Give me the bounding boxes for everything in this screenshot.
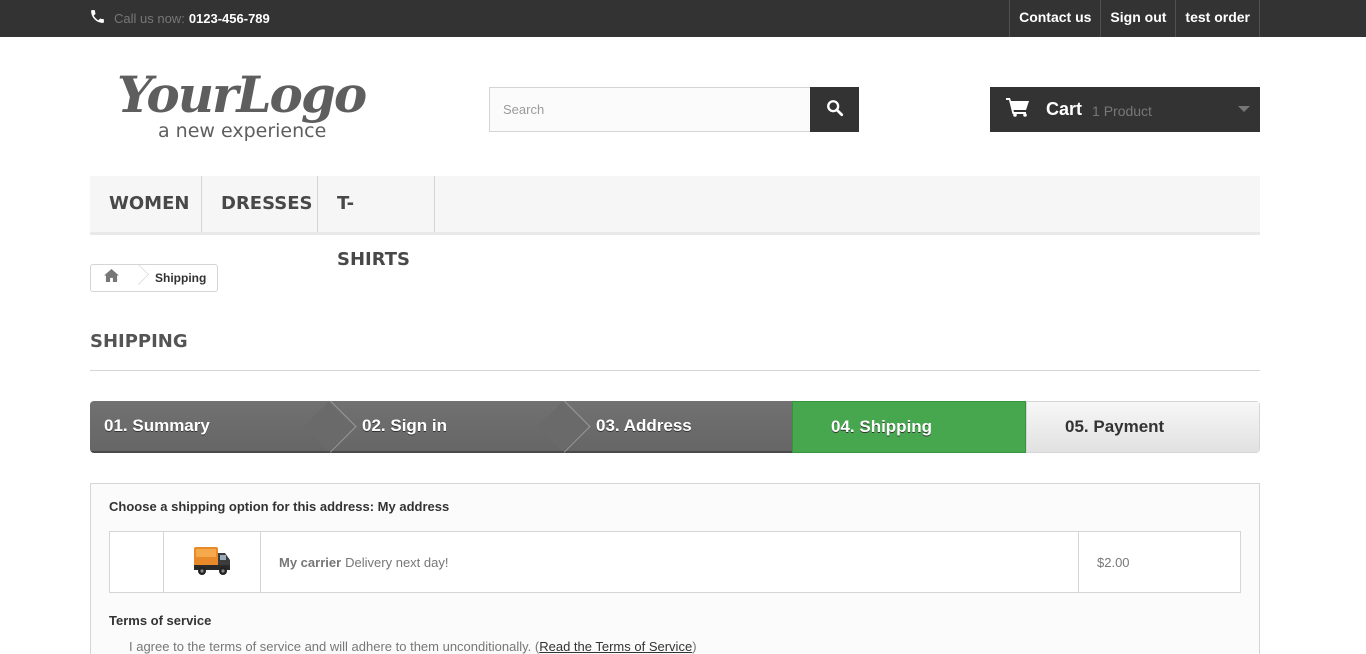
breadcrumb: Shipping — [90, 264, 219, 292]
search-button[interactable] — [810, 87, 859, 132]
checkout-steps: 01. Summary 02. Sign in 03. Address 04. … — [90, 401, 1260, 453]
carrier-name: My carrier — [279, 554, 342, 570]
chevron-down-icon — [1238, 106, 1250, 112]
breadcrumb-home[interactable] — [91, 265, 131, 291]
carrier-price: $2.00 — [1097, 554, 1130, 570]
truck-icon — [192, 543, 232, 582]
carrier-radio[interactable] — [110, 532, 164, 592]
cart-icon — [1006, 97, 1030, 122]
logo-main-text: YourLogo — [117, 65, 366, 124]
contact-us-link[interactable]: Contact us — [1010, 0, 1102, 37]
terms-close-paren: ) — [692, 639, 697, 654]
step-payment: 05. Payment — [1026, 401, 1260, 453]
cart-button[interactable]: Cart 1 Product — [990, 87, 1260, 132]
step-label: 04. Shipping — [831, 417, 933, 436]
step-label: 02. Sign in — [362, 416, 448, 435]
sign-out-link[interactable]: Sign out — [1101, 0, 1177, 37]
terms-agree-text[interactable]: I agree to the terms of service and will… — [129, 639, 531, 654]
main-menu: WOMEN DRESSES T-SHIRTS — [90, 176, 1260, 270]
call-us-label: Call us now: — [114, 10, 185, 26]
logo-tagline: a new experience — [158, 120, 326, 142]
home-icon — [103, 269, 119, 287]
shipping-options-box: Choose a shipping option for this addres… — [90, 483, 1260, 654]
site-logo[interactable]: YourLogo a new experience — [115, 60, 400, 144]
top-nav: Contact us Sign out test order — [1009, 0, 1260, 37]
carrier-delay: Delivery next day! — [345, 554, 449, 570]
search-input[interactable] — [489, 87, 810, 132]
account-link[interactable]: test order — [1176, 0, 1260, 37]
carrier-logo — [164, 532, 261, 592]
step-shipping: 04. Shipping — [792, 401, 1026, 453]
step-label: 01. Summary — [104, 416, 210, 435]
phone-icon — [89, 8, 114, 28]
cart-quantity: 1 Product — [1092, 103, 1152, 119]
search-bar — [489, 87, 859, 132]
phone-info: Call us now: 0123-456-789 — [89, 6, 270, 30]
carrier-info: My carrier Delivery next day! — [261, 532, 1079, 592]
search-icon — [826, 99, 844, 120]
top-bar: Call us now: 0123-456-789 Contact us Sig… — [0, 0, 1366, 37]
step-label: 03. Address — [596, 416, 692, 435]
phone-number: 0123-456-789 — [188, 10, 270, 26]
terms-agreement: I agree to the terms of service and will… — [129, 639, 697, 654]
cart-label: Cart — [1046, 99, 1083, 119]
read-terms-link[interactable]: Read the Terms of Service — [539, 639, 692, 654]
step-label: 05. Payment — [1065, 417, 1165, 436]
terms-title: Terms of service — [109, 613, 212, 628]
menu-item-dresses[interactable]: DRESSES — [202, 176, 318, 232]
step-summary[interactable]: 01. Summary — [90, 401, 324, 453]
menu-item-tshirts[interactable]: T-SHIRTS — [318, 176, 435, 270]
shipping-address-heading: Choose a shipping option for this addres… — [109, 499, 450, 514]
step-sign-in[interactable]: 02. Sign in — [324, 401, 558, 453]
page-title: SHIPPING — [90, 331, 1260, 371]
step-address[interactable]: 03. Address — [558, 401, 792, 453]
carrier-option-row[interactable]: My carrier Delivery next day! $2.00 — [109, 531, 1241, 593]
menu-item-women[interactable]: WOMEN — [90, 176, 202, 232]
